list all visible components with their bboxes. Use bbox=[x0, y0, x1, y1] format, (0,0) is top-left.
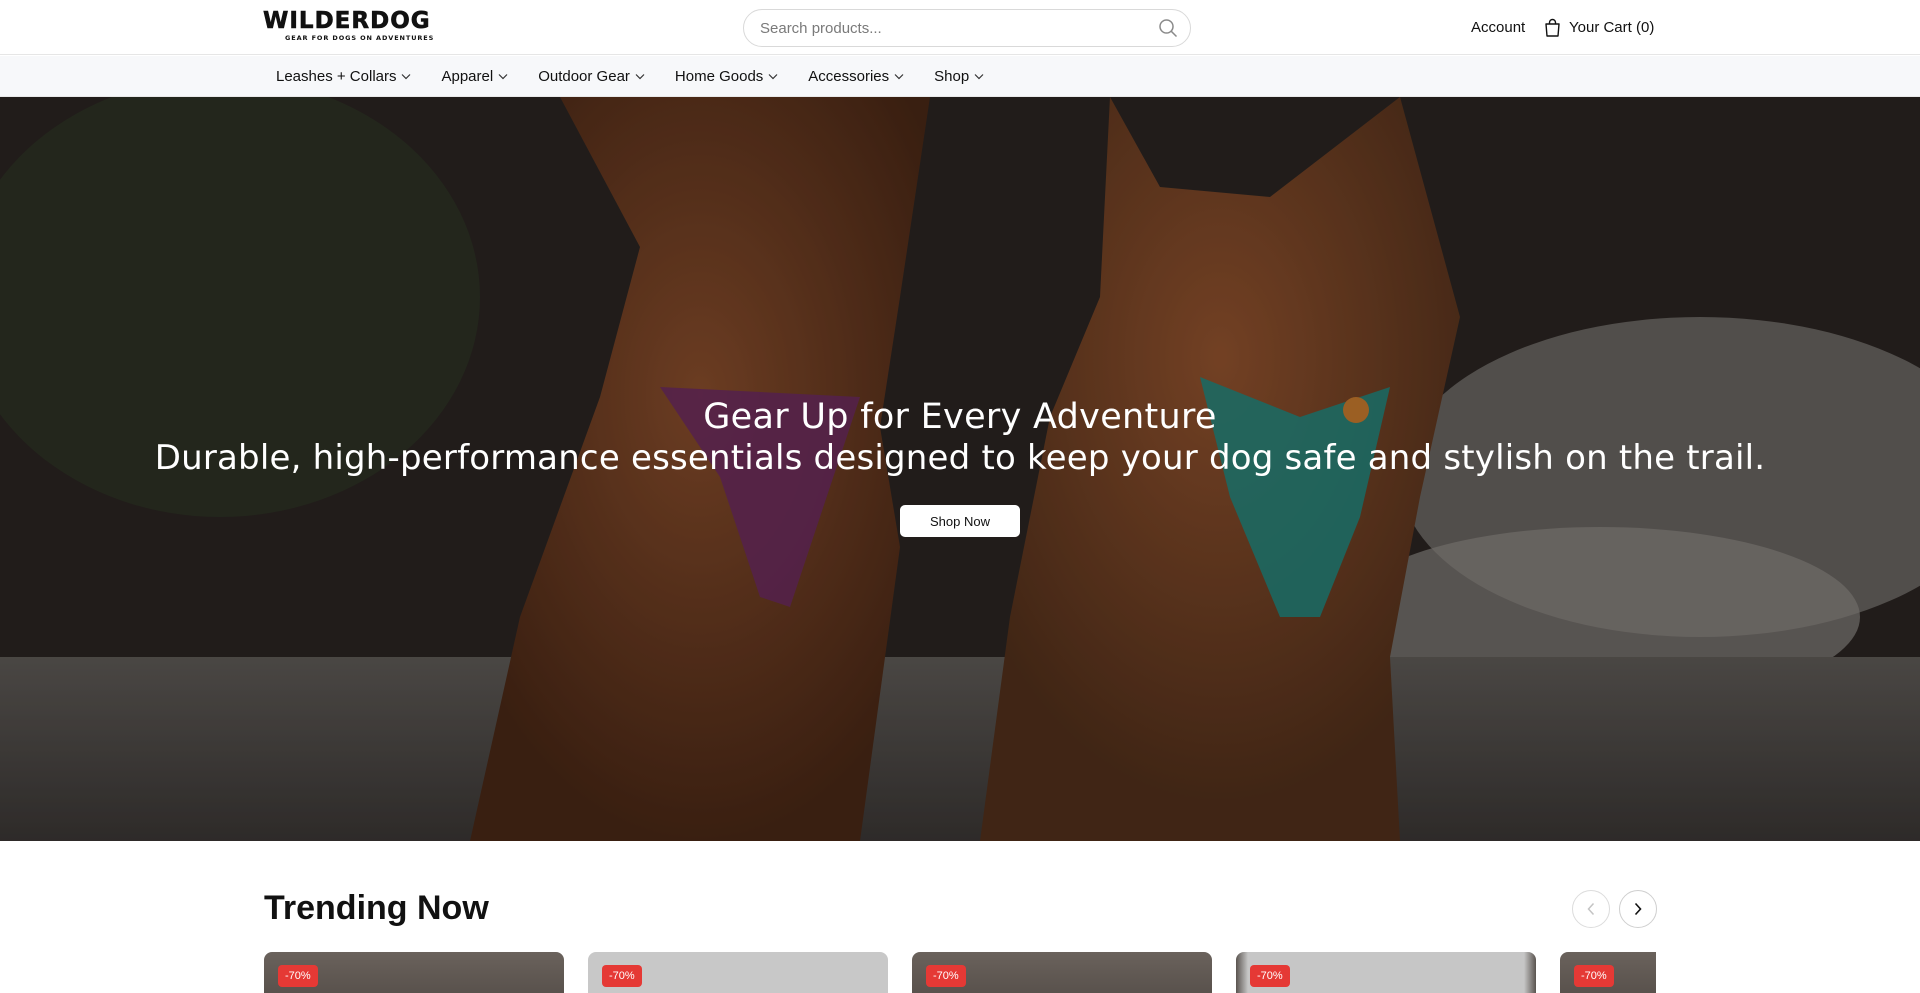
search-icon[interactable] bbox=[1158, 18, 1178, 38]
discount-badge: -70% bbox=[278, 965, 318, 987]
shop-now-button[interactable]: Shop Now bbox=[900, 505, 1020, 537]
search-bar bbox=[743, 9, 1191, 47]
main-nav: Leashes + Collars Apparel Outdoor Gear H… bbox=[0, 56, 1920, 97]
logo[interactable]: WILDERDOG GEAR FOR DOGS ON ADVENTURES bbox=[263, 8, 473, 42]
account-link[interactable]: Account bbox=[1471, 18, 1525, 37]
chevron-down-icon bbox=[498, 74, 508, 80]
carousel-prev-button[interactable] bbox=[1572, 890, 1610, 928]
chevron-down-icon bbox=[635, 74, 645, 80]
section-title-trending: Trending Now bbox=[264, 889, 489, 927]
product-card[interactable]: -70% bbox=[912, 952, 1212, 993]
nav-item-outdoor-gear[interactable]: Outdoor Gear bbox=[538, 68, 645, 85]
chevron-down-icon bbox=[974, 74, 984, 80]
chevron-down-icon bbox=[402, 74, 411, 80]
nav-item-label: Leashes + Collars bbox=[276, 68, 397, 85]
search-input[interactable] bbox=[760, 10, 1140, 46]
logo-tagline: GEAR FOR DOGS ON ADVENTURES bbox=[285, 34, 435, 42]
nav-item-label: Home Goods bbox=[674, 68, 764, 85]
nav-item-shop[interactable]: Shop bbox=[934, 68, 984, 85]
hero-subtitle: Durable, high-performance essentials des… bbox=[154, 438, 1766, 478]
nav-item-leashes-collars[interactable]: Leashes + Collars bbox=[276, 68, 411, 85]
discount-badge: -70% bbox=[1574, 965, 1614, 987]
chevron-down-icon bbox=[768, 74, 778, 80]
discount-badge: -70% bbox=[1250, 965, 1290, 987]
product-card[interactable]: -70% bbox=[264, 952, 564, 993]
nav-item-label: Apparel bbox=[441, 68, 494, 85]
nav-item-apparel[interactable]: Apparel bbox=[441, 68, 508, 85]
discount-badge: -70% bbox=[926, 965, 966, 987]
product-carousel: -70% -70% -70% -70% -70% bbox=[264, 952, 1656, 993]
nav-item-accessories[interactable]: Accessories bbox=[808, 68, 904, 85]
hero-title: Gear Up for Every Adventure bbox=[703, 397, 1217, 437]
cart-link[interactable]: Your Cart (0) bbox=[1544, 17, 1654, 37]
site-header: WILDERDOG GEAR FOR DOGS ON ADVENTURES Ac… bbox=[0, 0, 1920, 55]
hero-banner: Gear Up for Every Adventure Durable, hig… bbox=[0, 97, 1920, 841]
logo-text: WILDERDOG bbox=[263, 8, 431, 34]
chevron-left-icon bbox=[1587, 902, 1595, 916]
shopping-bag-icon bbox=[1545, 18, 1560, 37]
nav-item-label: Outdoor Gear bbox=[538, 68, 630, 85]
product-card[interactable]: -70% bbox=[1560, 952, 1656, 993]
product-card[interactable]: -70% bbox=[1236, 952, 1536, 993]
chevron-right-icon bbox=[1634, 902, 1642, 916]
product-card[interactable]: -70% bbox=[588, 952, 888, 993]
cart-label: Your Cart (0) bbox=[1569, 18, 1655, 36]
discount-badge: -70% bbox=[602, 965, 642, 987]
nav-item-home-goods[interactable]: Home Goods bbox=[675, 68, 778, 85]
carousel-next-button[interactable] bbox=[1619, 890, 1657, 928]
nav-item-label: Shop bbox=[934, 68, 970, 85]
nav-item-label: Accessories bbox=[808, 68, 890, 85]
chevron-down-icon bbox=[894, 74, 904, 80]
